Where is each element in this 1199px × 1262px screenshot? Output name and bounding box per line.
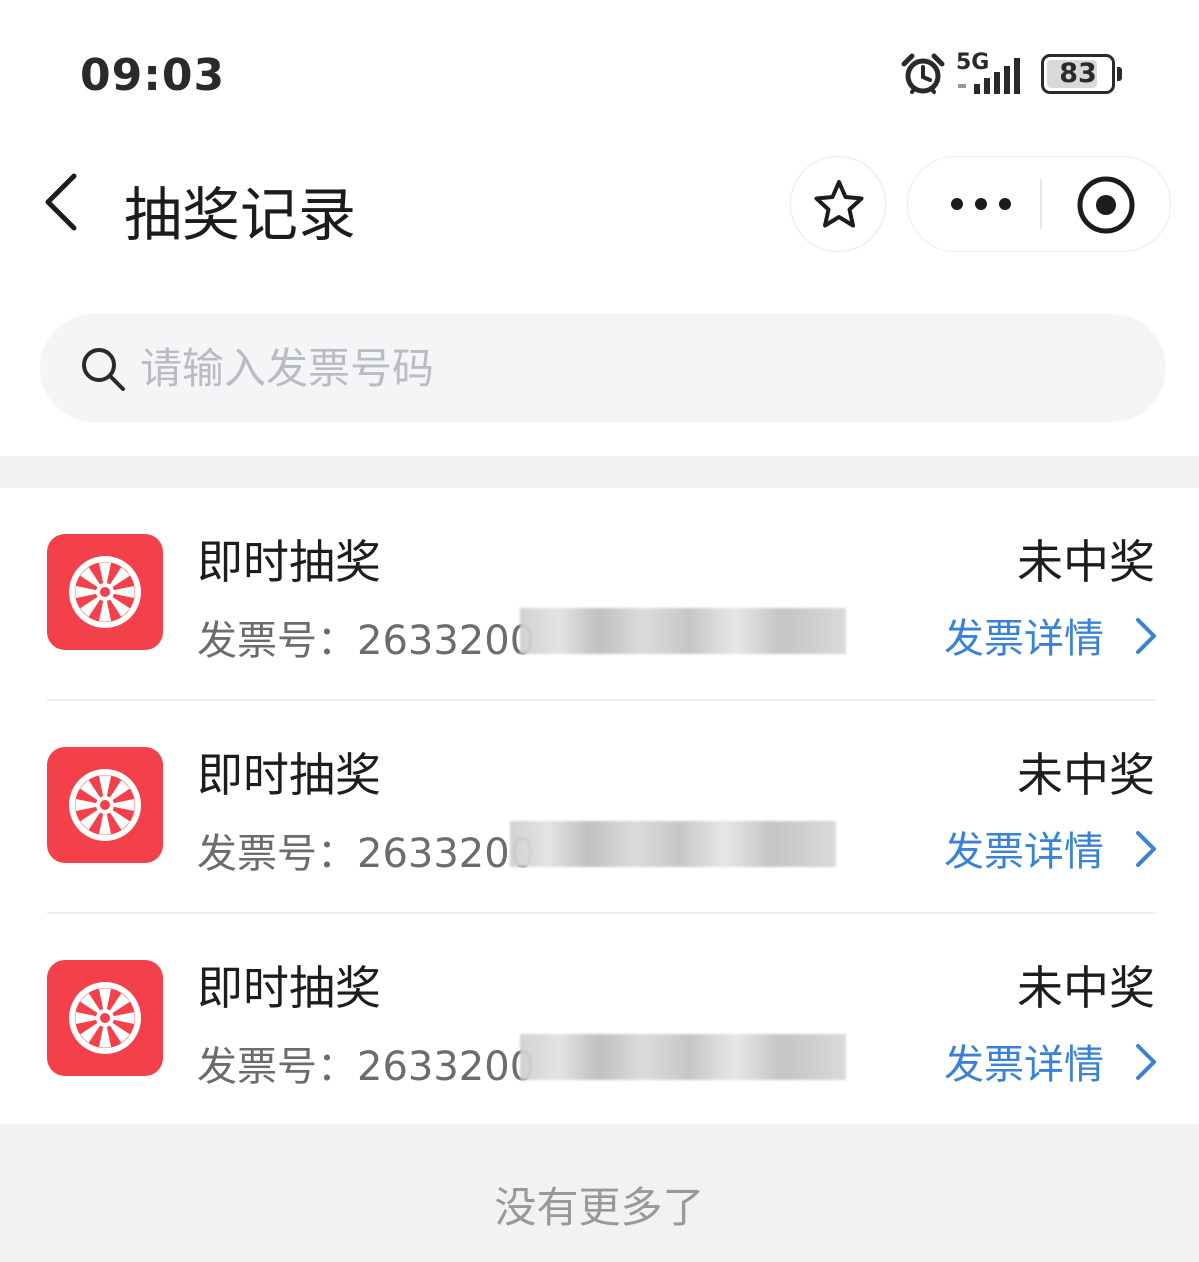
miniprogram-capsule <box>907 156 1171 252</box>
record-list: 即时抽奖 未中奖 发票号：2633200 发票详情 即时抽奖 未中奖 发票号：2… <box>0 488 1199 1127</box>
redacted-mask <box>520 608 846 654</box>
more-button[interactable] <box>908 157 1040 251</box>
record-title: 即时抽奖 <box>197 535 381 589</box>
invoice-label: 发票号： <box>197 618 357 664</box>
list-item: 即时抽奖 未中奖 发票号：2633200 发票详情 <box>0 914 1199 1127</box>
invoice-number: 发票号：2633200 <box>197 608 535 666</box>
lottery-wheel-icon <box>47 960 163 1076</box>
lottery-wheel-icon <box>47 534 163 650</box>
no-more-text: 没有更多了 <box>494 1183 705 1232</box>
invoice-detail-link[interactable]: 发票详情 <box>944 1028 1164 1088</box>
back-icon[interactable] <box>40 170 84 234</box>
status-time: 09:03 <box>80 50 226 101</box>
redacted-mask <box>510 821 836 867</box>
record-title: 即时抽奖 <box>197 961 381 1015</box>
invoice-detail-label: 发票详情 <box>944 829 1104 875</box>
lottery-wheel-icon <box>47 747 163 863</box>
invoice-detail-label: 发票详情 <box>944 1042 1104 1088</box>
invoice-number-value: 2633200 <box>357 1044 536 1090</box>
chevron-right-icon <box>1136 1044 1156 1080</box>
battery-level: 83 <box>1059 58 1097 89</box>
chevron-right-icon <box>1136 831 1156 867</box>
invoice-label: 发票号： <box>197 831 357 877</box>
invoice-detail-link[interactable]: 发票详情 <box>944 602 1164 662</box>
close-miniprogram-button[interactable] <box>1042 157 1172 251</box>
list-item: 即时抽奖 未中奖 发票号：2633200 发票详情 <box>0 488 1199 701</box>
list-footer: 没有更多了 <box>0 1124 1199 1262</box>
signal-icon <box>958 58 1020 94</box>
close-miniprogram-icon <box>1077 176 1135 234</box>
invoice-search-input[interactable] <box>140 332 1120 404</box>
page-title: 抽奖记录 <box>124 181 357 249</box>
nav-bar: 抽奖记录 <box>0 140 1199 280</box>
invoice-number: 发票号：2633200 <box>197 821 535 879</box>
invoice-label: 发票号： <box>197 1044 357 1090</box>
invoice-number-value: 2633200 <box>357 831 536 877</box>
status-bar: 09:03 5G 83 <box>0 0 1199 140</box>
star-icon <box>814 180 864 228</box>
more-icon <box>951 198 1011 210</box>
record-status: 未中奖 <box>1017 535 1155 589</box>
chevron-right-icon <box>1136 618 1156 654</box>
invoice-detail-label: 发票详情 <box>944 616 1104 662</box>
battery-icon: 83 <box>1041 54 1115 94</box>
search-icon <box>82 348 125 391</box>
status-icons: 5G 83 <box>900 50 1130 98</box>
invoice-detail-link[interactable]: 发票详情 <box>944 815 1164 875</box>
record-title: 即时抽奖 <box>197 748 381 802</box>
battery-tip <box>1117 67 1122 81</box>
invoice-number: 发票号：2633200 <box>197 1034 535 1092</box>
record-status: 未中奖 <box>1017 961 1155 1015</box>
record-status: 未中奖 <box>1017 748 1155 802</box>
invoice-number-value: 2633200 <box>357 618 536 664</box>
section-gap <box>0 456 1199 488</box>
search-bar[interactable] <box>40 314 1166 422</box>
alarm-icon <box>901 53 945 94</box>
redacted-mask <box>520 1034 846 1080</box>
favorite-button[interactable] <box>790 156 886 252</box>
list-item: 即时抽奖 未中奖 发票号：2633200 发票详情 <box>0 701 1199 914</box>
